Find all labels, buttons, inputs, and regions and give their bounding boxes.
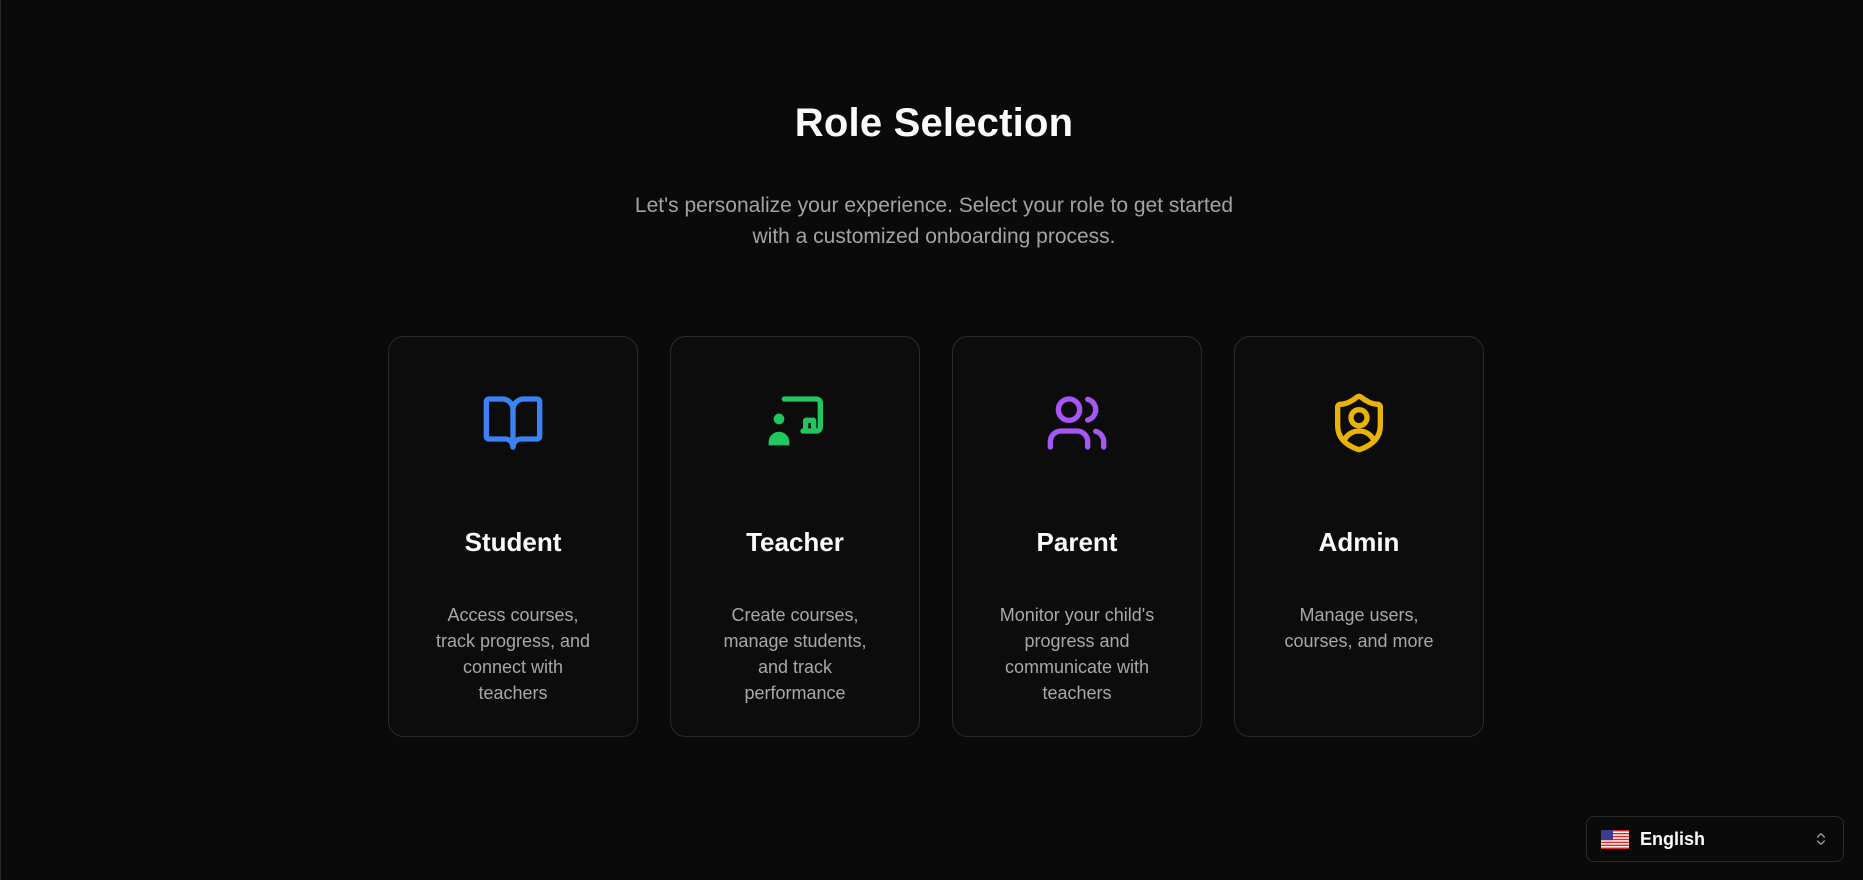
role-selection-page: Role Selection Let's personalize your ex… (0, 0, 1863, 880)
role-card-admin[interactable]: Admin Manage users, courses, and more (1234, 336, 1484, 737)
role-cards: Student Access courses, track progress, … (388, 336, 1484, 737)
presentation-icon (763, 391, 827, 455)
language-select[interactable]: English (1586, 816, 1844, 862)
users-icon (1045, 391, 1109, 455)
page-title: Role Selection (794, 101, 1074, 145)
role-title: Teacher (746, 527, 844, 557)
page-subtitle: Let's personalize your experience. Selec… (634, 194, 1234, 248)
role-title: Student (464, 527, 562, 557)
role-description: Manage users, courses, and more (1284, 605, 1434, 651)
role-description: Access courses, track progress, and conn… (435, 605, 591, 703)
chevrons-up-down-icon (1817, 833, 1825, 845)
us-flag-icon (1601, 829, 1629, 849)
role-title: Parent (1036, 527, 1118, 557)
role-card-teacher[interactable]: Teacher Create courses, manage students,… (670, 336, 920, 737)
shield-user-icon (1327, 391, 1391, 455)
role-description: Create courses, manage students, and tra… (723, 605, 867, 703)
book-open-icon (481, 391, 545, 455)
role-card-parent[interactable]: Parent Monitor your child's progress and… (952, 336, 1202, 737)
role-card-student[interactable]: Student Access courses, track progress, … (388, 336, 638, 737)
role-description: Monitor your child's progress and commun… (999, 605, 1155, 703)
role-title: Admin (1318, 527, 1400, 557)
language-label: English (1640, 828, 1706, 849)
